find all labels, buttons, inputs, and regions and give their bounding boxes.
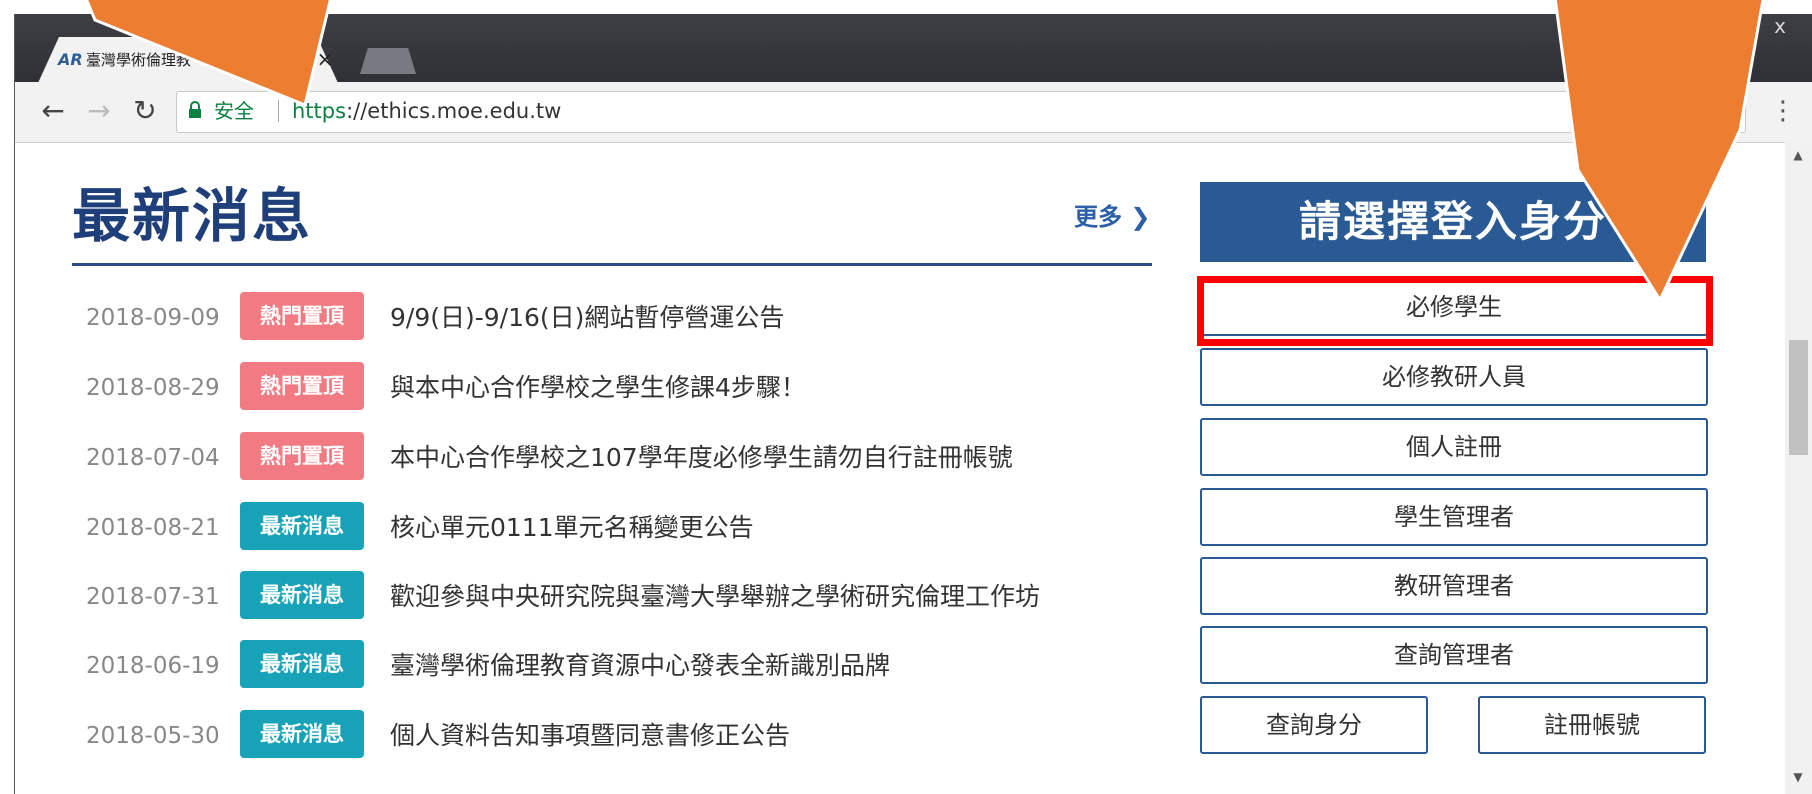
arrow-to-student-button-annotation [1553, 0, 1765, 304]
annotation-arrows [85, 0, 1765, 304]
arrow-to-url-annotation [85, 0, 332, 108]
